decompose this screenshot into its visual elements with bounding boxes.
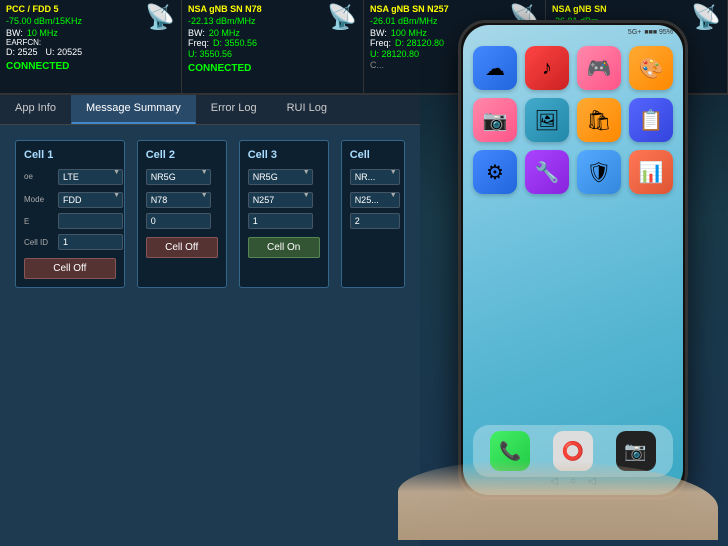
cell-3-id-row bbox=[248, 213, 320, 229]
app-icon-game[interactable]: 🎮 bbox=[577, 46, 621, 90]
cell-1-mode-wrapper[interactable]: FDD TDD bbox=[58, 190, 123, 208]
app-icon-gallery[interactable]: 🖼 bbox=[525, 98, 569, 142]
panel-2-freq-u: U: 3550.56 bbox=[188, 49, 232, 59]
cell-3-panel: Cell 3 NR5G LTE N257 N78 bbox=[239, 140, 329, 288]
tab-app-info[interactable]: App Info bbox=[0, 95, 71, 124]
panel-2-bw-value: 20 MHz bbox=[209, 28, 240, 38]
app-icon-music[interactable]: ♪ bbox=[525, 46, 569, 90]
cell-2-band-select[interactable]: N78 N257 bbox=[146, 192, 211, 208]
cell-4-panel: Cell NR... N25... bbox=[341, 140, 405, 288]
cell-3-title: Cell 3 bbox=[248, 149, 320, 161]
panel-1-bw-value: 10 MHz bbox=[27, 28, 58, 38]
cell-4-type-select[interactable]: NR... bbox=[350, 169, 400, 185]
panel-2-freq: Freq: bbox=[188, 38, 209, 48]
panel-1-d: D: 2525 bbox=[6, 47, 38, 57]
app-icon-theme[interactable]: 🎨 bbox=[629, 46, 673, 90]
cell-2-button[interactable]: Cell Off bbox=[146, 237, 218, 258]
cell-1-id-input[interactable] bbox=[58, 234, 123, 250]
cell-3-type-wrapper[interactable]: NR5G LTE bbox=[248, 167, 313, 185]
cell-1-id-row: Cell ID bbox=[24, 234, 116, 250]
cell-2-band-row: N78 N257 bbox=[146, 190, 218, 208]
panel-2: NSA gNB SN N78 -22.13 dBm/MHz BW: 20 MHz… bbox=[182, 0, 364, 93]
panel-1-u: U: 20525 bbox=[46, 47, 83, 57]
tab-rui-log[interactable]: RUI Log bbox=[272, 95, 342, 124]
phone-screen: 5G+ ■■■ 95% ☁ ♪ 🎮 🎨 📷 🖼 🛍 📋 ⚙ 🔧 🛡 📊 bbox=[463, 25, 683, 495]
cell-1-type-wrapper[interactable]: LTE NR5G bbox=[58, 167, 123, 185]
cell-2-type-select[interactable]: NR5G LTE bbox=[146, 169, 211, 185]
cell-1-title: Cell 1 bbox=[24, 149, 116, 161]
main-content: Cell 1 oe LTE NR5G Mode FDD TDD bbox=[0, 125, 420, 546]
cell-2-panel: Cell 2 NR5G LTE N78 N257 bbox=[137, 140, 227, 288]
cell-3-type-row: NR5G LTE bbox=[248, 167, 320, 185]
cell-3-button[interactable]: Cell On bbox=[248, 237, 320, 258]
panel-1: PCC / FDD 5 -75.00 dBm/15KHz BW: 10 MHz … bbox=[0, 0, 182, 93]
cell-1-panel: Cell 1 oe LTE NR5G Mode FDD TDD bbox=[15, 140, 125, 288]
phone-container: 5G+ ■■■ 95% ☁ ♪ 🎮 🎨 📷 🖼 🛍 📋 ⚙ 🔧 🛡 📊 bbox=[428, 20, 718, 530]
app-icon-photos[interactable]: 📷 bbox=[473, 98, 517, 142]
tab-bar: App Info Message Summary Error Log RUI L… bbox=[0, 95, 420, 125]
app-icon-manage[interactable]: 📋 bbox=[629, 98, 673, 142]
cell-1-band-row: E bbox=[24, 213, 116, 229]
cell-1-band-label: E bbox=[24, 217, 54, 226]
app-icon-tools[interactable]: 📊 bbox=[629, 150, 673, 194]
panel-2-bw-label: BW: bbox=[188, 28, 205, 38]
phone-app-grid: ☁ ♪ 🎮 🎨 📷 🖼 🛍 📋 ⚙ 🔧 🛡 📊 bbox=[463, 38, 683, 202]
panel-3-freq-u: U: 28120.80 bbox=[370, 49, 419, 59]
panel-1-status: CONNECTED bbox=[6, 61, 175, 72]
panel-2-status: CONNECTED bbox=[188, 63, 357, 74]
cell-4-type-wrapper[interactable]: NR... bbox=[350, 167, 400, 185]
cell-2-title: Cell 2 bbox=[146, 149, 218, 161]
tower-icon-2: 📡 bbox=[327, 6, 357, 30]
cell-1-type-select[interactable]: LTE NR5G bbox=[58, 169, 123, 185]
cell-3-band-wrapper[interactable]: N257 N78 bbox=[248, 190, 313, 208]
phone-battery: ■■■ 95% bbox=[644, 29, 673, 36]
cell-2-type-row: NR5G LTE bbox=[146, 167, 218, 185]
cell-1-mode-label: Mode bbox=[24, 195, 54, 204]
cell-3-band-select[interactable]: N257 N78 bbox=[248, 192, 313, 208]
panel-3-freq-label: Freq: bbox=[370, 38, 391, 48]
cells-row: Cell 1 oe LTE NR5G Mode FDD TDD bbox=[15, 140, 405, 288]
cell-4-band-select[interactable]: N25... bbox=[350, 192, 400, 208]
cell-3-id-input[interactable] bbox=[248, 213, 313, 229]
tower-icon-1: 📡 bbox=[145, 6, 175, 30]
cell-1-type-row: oe LTE NR5G bbox=[24, 167, 116, 185]
panel-3-bw-value: 100 MHz bbox=[391, 28, 427, 38]
cell-3-type-select[interactable]: NR5G LTE bbox=[248, 169, 313, 185]
tab-error-log[interactable]: Error Log bbox=[196, 95, 272, 124]
app-icon-security[interactable]: 🛡 bbox=[577, 150, 621, 194]
panel-1-earfcn: EARFCN: bbox=[6, 38, 41, 47]
cell-2-id-row bbox=[146, 213, 218, 229]
panel-3-bw-label: BW: bbox=[370, 28, 387, 38]
phone-body: 5G+ ■■■ 95% ☁ ♪ 🎮 🎨 📷 🖼 🛍 📋 ⚙ 🔧 🛡 📊 bbox=[458, 20, 688, 500]
cell-4-id-row bbox=[350, 213, 396, 229]
phone-signal: 5G+ bbox=[628, 29, 641, 36]
cell-1-id-label: Cell ID bbox=[24, 238, 54, 247]
cell-1-band-input[interactable] bbox=[58, 213, 123, 229]
cell-4-title: Cell bbox=[350, 149, 396, 161]
cell-1-mode-row: Mode FDD TDD bbox=[24, 190, 116, 208]
cell-4-band-wrapper[interactable]: N25... bbox=[350, 190, 400, 208]
panel-2-freq-d: D: 3550.56 bbox=[213, 38, 257, 48]
cell-1-type-label: oe bbox=[24, 172, 54, 181]
dock-camera[interactable]: 📷 bbox=[616, 431, 656, 471]
app-icon-weather[interactable]: ☁ bbox=[473, 46, 517, 90]
cell-1-mode-select[interactable]: FDD TDD bbox=[58, 192, 123, 208]
panel-1-bw-label: BW: bbox=[6, 28, 23, 38]
app-icon-shop[interactable]: 🛍 bbox=[577, 98, 621, 142]
app-icon-settings[interactable]: ⚙ bbox=[473, 150, 517, 194]
cell-4-type-row: NR... bbox=[350, 167, 396, 185]
cell-3-band-row: N257 N78 bbox=[248, 190, 320, 208]
app-icon-appstore[interactable]: 🔧 bbox=[525, 150, 569, 194]
cell-2-type-wrapper[interactable]: NR5G LTE bbox=[146, 167, 211, 185]
tab-message-summary[interactable]: Message Summary bbox=[71, 95, 196, 124]
cell-1-button[interactable]: Cell Off bbox=[24, 258, 116, 279]
cell-2-band-wrapper[interactable]: N78 N257 bbox=[146, 190, 211, 208]
phone-status-bar: 5G+ ■■■ 95% bbox=[463, 25, 683, 38]
cell-2-id-input[interactable] bbox=[146, 213, 211, 229]
cell-4-id-input[interactable] bbox=[350, 213, 400, 229]
cell-4-band-row: N25... bbox=[350, 190, 396, 208]
